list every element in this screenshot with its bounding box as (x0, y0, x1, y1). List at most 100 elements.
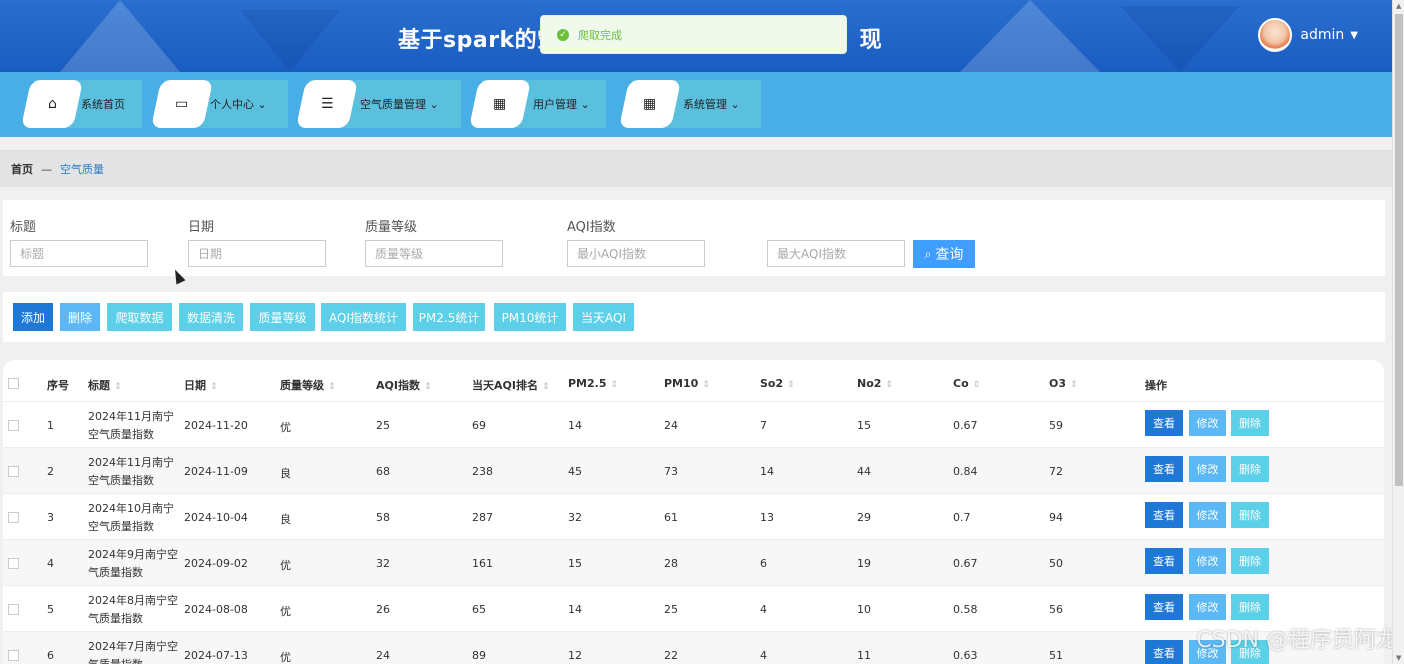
sort-icon: ⇕ (114, 382, 122, 392)
search-icon: ⌕ (924, 246, 932, 261)
sort-icon: ⇕ (885, 380, 893, 390)
select-all-checkbox[interactable] (8, 378, 19, 389)
row-checkbox[interactable] (8, 466, 19, 477)
title-input[interactable] (10, 240, 148, 267)
view-button[interactable]: 查看 (1145, 456, 1183, 482)
top-nav: ⌂ 系统首页 ▭ 个人中心 ⌄ ☰ 空气质量管理 ⌄ ▦ 用户管理 ⌄ ▦ 系统… (0, 72, 1392, 137)
column-header[interactable]: 质量等级 ⇕ (280, 377, 336, 393)
delete-row-button[interactable]: 删除 (1231, 410, 1269, 436)
view-button[interactable]: 查看 (1145, 640, 1183, 664)
table-row: 6 2024年7月南宁空气质量指数 2024-07-13 优 24 89 12 22 4 11 0.… (3, 632, 1384, 664)
avatar[interactable] (1258, 18, 1293, 52)
edit-button[interactable]: 修改 (1189, 456, 1226, 482)
chevron-down-icon: ⌄ (730, 98, 740, 111)
edit-button[interactable]: 修改 (1189, 410, 1226, 436)
scrollbar-thumb[interactable] (1395, 14, 1403, 486)
nav-item-label: 空气质量管理 ⌄ (360, 98, 439, 111)
table-cell: 28 (664, 557, 678, 570)
pm25-stats-button[interactable]: PM2.5统计 (413, 303, 485, 331)
table-cell: 优 (280, 559, 291, 572)
field-label: AQI指数 (567, 220, 616, 235)
table-cell: 12 (568, 649, 582, 662)
table-cell: 161 (472, 557, 493, 570)
field-label: 质量等级 (365, 220, 418, 235)
crawl-button[interactable]: 爬取数据 (107, 303, 172, 331)
column-header[interactable]: 当天AQI排名 ⇕ (472, 377, 550, 393)
edit-button[interactable]: 修改 (1189, 594, 1226, 620)
table-cell: 94 (1049, 511, 1063, 524)
edit-button[interactable]: 修改 (1189, 502, 1226, 528)
table-cell: 4 (760, 649, 767, 662)
scrollbar[interactable]: ▲ ▼ (1392, 0, 1404, 664)
column-header[interactable]: AQI指数 ⇕ (376, 377, 432, 393)
column-header[interactable]: 日期 ⇕ (184, 377, 218, 393)
column-header: 序号 (47, 379, 69, 392)
row-checkbox[interactable] (8, 512, 19, 523)
column-header[interactable]: PM10 ⇕ (664, 377, 710, 390)
quality-level-button[interactable]: 质量等级 (250, 303, 315, 331)
view-button[interactable]: 查看 (1145, 502, 1183, 528)
column-header[interactable]: 标题 ⇕ (88, 377, 122, 393)
table-cell: 58 (376, 511, 390, 524)
delete-row-button[interactable]: 删除 (1231, 594, 1269, 620)
row-checkbox[interactable] (8, 558, 19, 569)
aqi-max-input[interactable] (767, 240, 905, 267)
nav-item-profile[interactable]: ▭ 个人中心 ⌄ (150, 80, 288, 128)
table-cell: 24 (376, 649, 390, 662)
search-field-quality: 质量等级 (365, 216, 503, 267)
view-button[interactable]: 查看 (1145, 548, 1183, 574)
breadcrumb-home[interactable]: 首页 (11, 161, 33, 177)
row-checkbox[interactable] (8, 420, 19, 431)
aqi-min-input[interactable] (567, 240, 705, 267)
column-header[interactable]: So2 ⇕ (760, 377, 795, 390)
caret-down-icon[interactable]: ▼ (1350, 30, 1358, 41)
delete-button[interactable]: 删除 (60, 303, 100, 331)
field-label: 标题 (10, 220, 37, 235)
nav-item-system[interactable]: ▦ 系统管理 ⌄ (618, 80, 761, 128)
nav-item-home[interactable]: ⌂ 系统首页 (20, 80, 142, 128)
table-cell: 2024年11月南宁空气质量指数 (88, 456, 174, 487)
nav-item-users[interactable]: ▦ 用户管理 ⌄ (468, 80, 606, 128)
clean-button[interactable]: 数据清洗 (179, 303, 243, 331)
row-checkbox[interactable] (8, 650, 19, 661)
success-toast: ✓ 爬取完成 (540, 15, 847, 54)
delete-row-button[interactable]: 删除 (1231, 548, 1269, 574)
table-cell: 11 (857, 649, 871, 662)
watermark: CSDN @程序员阿龙 (1196, 628, 1398, 653)
column-header[interactable]: Co ⇕ (953, 377, 980, 390)
scroll-down-icon[interactable]: ▼ (1396, 654, 1401, 662)
column-header[interactable]: PM2.5 ⇕ (568, 377, 618, 390)
breadcrumb-separator: — (41, 162, 52, 176)
edit-button[interactable]: 修改 (1189, 548, 1226, 574)
search-button[interactable]: ⌕ 查询 (913, 240, 975, 268)
scroll-up-icon[interactable]: ▲ (1396, 2, 1401, 10)
table-cell: 13 (760, 511, 774, 524)
view-button[interactable]: 查看 (1145, 594, 1183, 620)
table-cell: 73 (664, 465, 678, 478)
nav-item-air-quality[interactable]: ☰ 空气质量管理 ⌄ (295, 80, 461, 128)
nav-item-label: 系统管理 ⌄ (683, 98, 740, 111)
quality-input[interactable] (365, 240, 503, 267)
delete-row-button[interactable]: 删除 (1231, 502, 1269, 528)
row-checkbox[interactable] (8, 604, 19, 615)
table-cell: 32 (376, 557, 390, 570)
table-cell: 优 (280, 605, 291, 618)
add-button[interactable]: 添加 (13, 303, 53, 331)
user-name[interactable]: admin (1300, 27, 1344, 43)
user-menu[interactable]: admin ▼ (1258, 18, 1358, 52)
view-button[interactable]: 查看 (1145, 410, 1183, 436)
today-aqi-button[interactable]: 当天AQI (573, 303, 634, 331)
column-header[interactable]: O3 ⇕ (1049, 377, 1078, 390)
column-header[interactable]: No2 ⇕ (857, 377, 893, 390)
delete-row-button[interactable]: 删除 (1231, 456, 1269, 482)
table-cell: 14 (568, 419, 582, 432)
nav-item-label: 个人中心 ⌄ (210, 98, 267, 111)
date-input[interactable] (188, 240, 326, 267)
sort-icon: ⇕ (541, 382, 550, 392)
pm10-stats-button[interactable]: PM10统计 (494, 303, 566, 331)
table-cell: 0.58 (953, 603, 978, 616)
table-cell: 2024年9月南宁空气质量指数 (88, 548, 178, 579)
chevron-down-icon: ⌄ (580, 98, 590, 111)
table-cell: 287 (472, 511, 493, 524)
aqi-stats-button[interactable]: AQI指数统计 (321, 303, 406, 331)
